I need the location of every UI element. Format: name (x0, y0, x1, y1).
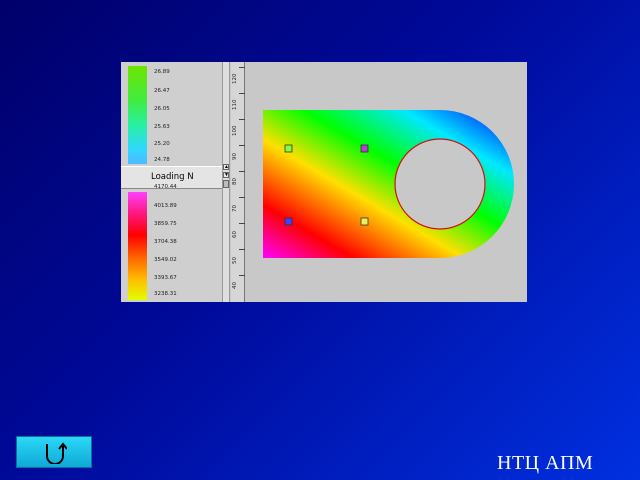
ruler-tick (239, 223, 245, 224)
ruler-tick (239, 197, 245, 198)
ruler-tick (239, 93, 245, 94)
ruler-tick (239, 171, 245, 172)
scroll-up-arrow-icon[interactable]: ▲ (223, 164, 229, 170)
legend-panel: 26.89 26.47 26.05 25.63 25.20 24.78 Load… (121, 62, 222, 302)
legend-bottom-value: 3238.31 (154, 291, 177, 297)
ruler-tick (239, 145, 245, 146)
scroll-thumb[interactable] (223, 180, 229, 188)
ruler-label: 110 (232, 99, 238, 111)
ruler-label: 50 (232, 257, 238, 265)
app-screenshot: 26.89 26.47 26.05 25.63 25.20 24.78 Load… (121, 62, 527, 302)
ruler-label: 80 (232, 178, 238, 186)
legend-top: 26.89 26.47 26.05 25.63 25.20 24.78 (121, 62, 222, 166)
legend-bottom-value: 3859.75 (154, 221, 177, 227)
ruler-label: 90 (232, 153, 238, 161)
legend-scrollbar[interactable]: ▲ ▼ (222, 62, 230, 302)
legend-top-value: 26.89 (154, 69, 170, 75)
green-marker[interactable] (284, 144, 293, 153)
legend-bottom-value: 4013.89 (154, 203, 177, 209)
legend-top-colorbar (128, 66, 147, 164)
legend-bottom-colorbar (128, 192, 147, 300)
legend-bottom-value: 3549.02 (154, 257, 177, 263)
legend-top-value: 26.47 (154, 88, 170, 94)
ruler-tick (239, 249, 245, 250)
legend-top-value: 25.63 (154, 124, 170, 130)
ruler-tick (239, 275, 245, 276)
ruler-tick (239, 67, 245, 68)
yellow-marker[interactable] (360, 217, 369, 226)
stress-plot-svg (263, 110, 514, 258)
legend-bottom-value: 3704.38 (154, 239, 177, 245)
ruler-label: 120 (232, 73, 238, 85)
return-arrow-icon (46, 442, 67, 464)
stress-plot-canvas[interactable] (246, 62, 527, 302)
legend-header-label: Loading N (151, 172, 194, 182)
back-button[interactable] (16, 436, 92, 468)
scroll-down-arrow-icon[interactable]: ▼ (223, 172, 229, 178)
ruler-label: 60 (232, 231, 238, 239)
legend-bottom-value: 4170.44 (154, 184, 177, 190)
legend-bottom-value: 3393.67 (154, 275, 177, 281)
hole-outline (394, 138, 486, 230)
legend-top-value: 24.78 (154, 157, 170, 163)
vertical-ruler: 120 110 100 90 80 70 60 50 40 (231, 62, 245, 302)
brand-label: НТЦ АПМ (497, 452, 594, 474)
legend-bottom: 4170.44 4013.89 3859.75 3704.38 3549.02 … (121, 184, 222, 302)
legend-top-value: 26.05 (154, 106, 170, 112)
ruler-tick (239, 119, 245, 120)
ruler-label: 100 (232, 125, 238, 137)
purple-marker[interactable] (360, 144, 369, 153)
blue-marker[interactable] (284, 217, 293, 226)
ruler-label: 40 (232, 282, 238, 290)
ruler-label: 70 (232, 205, 238, 213)
legend-top-value: 25.20 (154, 141, 170, 147)
